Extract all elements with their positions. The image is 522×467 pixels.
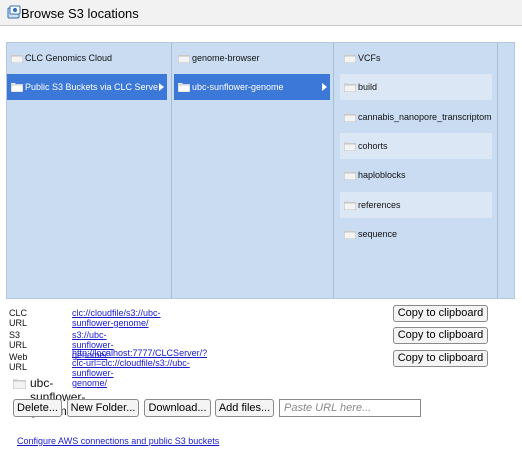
list-item-references[interactable]: references — [340, 192, 492, 218]
folder-icon — [178, 83, 190, 92]
clc-url-label: CLC URL — [9, 308, 28, 328]
folder-icon — [344, 54, 356, 63]
s3-browser-icon — [7, 5, 21, 19]
chevron-right-icon — [159, 83, 164, 91]
folder-icon — [344, 201, 356, 210]
list-item-cohorts[interactable]: cohorts — [340, 133, 492, 159]
window-title: Browse S3 locations — [21, 6, 139, 21]
list-item-ubc-sunflower-genome[interactable]: ubc-sunflower-genome — [174, 74, 330, 100]
folder-icon — [178, 54, 190, 63]
web-url-line-1: http://localhost:7777/CLCServer/?clc-url… — [72, 348, 208, 378]
web-url-label: Web URL — [9, 352, 28, 372]
list-item-clc-genomics-cloud[interactable]: CLC Genomics Cloud — [7, 45, 167, 71]
s3-column-browser: CLC Genomics Cloud Public S3 Buckets via… — [6, 42, 515, 299]
list-item-build[interactable]: build — [340, 74, 492, 100]
folder-icon — [13, 379, 26, 389]
delete-button[interactable]: Delete... — [13, 399, 62, 417]
paste-url-input[interactable] — [279, 399, 421, 417]
folder-icon — [344, 171, 356, 180]
folder-icon — [344, 113, 356, 122]
folder-icon — [344, 83, 356, 92]
download-button[interactable]: Download... — [144, 399, 211, 417]
s3-url-label: S3 URL — [9, 330, 28, 350]
list-item-public-s3-buckets[interactable]: Public S3 Buckets via CLC Serve — [7, 74, 167, 100]
list-item-haploblocks[interactable]: haploblocks — [340, 162, 492, 188]
chevron-right-icon — [322, 83, 327, 91]
configure-aws-link[interactable]: Configure AWS connections and public S3 … — [17, 436, 219, 446]
add-files-button[interactable]: Add files... — [215, 399, 274, 417]
column-folder-contents: VCFs build cannabis_nanopore_transcripto… — [333, 43, 498, 298]
list-item-vcfs[interactable]: VCFs — [340, 45, 492, 71]
column-buckets: genome-browser ubc-sunflower-genome — [171, 43, 333, 298]
new-folder-button[interactable]: New Folder... — [67, 399, 139, 417]
folder-icon — [11, 83, 23, 92]
list-item-sequence[interactable]: sequence — [340, 221, 492, 247]
column-empty — [497, 43, 516, 298]
column-root: CLC Genomics Cloud Public S3 Buckets via… — [7, 43, 167, 298]
web-url-link[interactable]: http://localhost:7777/CLCServer/?clc-url… — [72, 348, 207, 388]
copy-s3-url-button[interactable]: Copy to clipboard — [393, 327, 488, 344]
folder-icon — [344, 230, 356, 239]
copy-web-url-button[interactable]: Copy to clipboard — [393, 350, 488, 367]
title-bar: Browse S3 locations — [0, 0, 522, 26]
folder-icon — [344, 142, 356, 151]
folder-icon — [11, 54, 23, 63]
copy-clc-url-button[interactable]: Copy to clipboard — [393, 305, 488, 322]
list-item-genome-browser[interactable]: genome-browser — [174, 45, 330, 71]
list-item-cannabis-nanopore-transcriptome[interactable]: cannabis_nanopore_transcriptome — [340, 104, 492, 130]
clc-url-link[interactable]: clc://cloudfile/s3://ubc-sunflower-genom… — [72, 308, 161, 328]
